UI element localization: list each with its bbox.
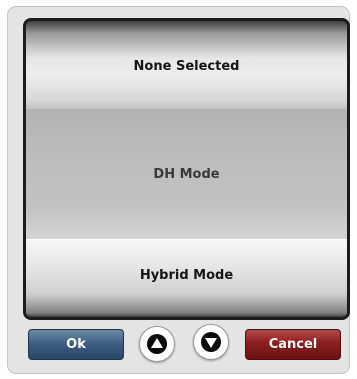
arrow-up-icon — [147, 334, 167, 354]
scroll-down-button[interactable] — [193, 324, 229, 360]
arrow-down-icon — [201, 332, 221, 352]
list-item-none-selected[interactable]: None Selected — [26, 21, 347, 109]
cancel-button[interactable]: Cancel — [245, 329, 341, 360]
mode-selection-dialog: None Selected DH Mode Hybrid Mode — [7, 6, 350, 374]
scroll-up-button[interactable] — [139, 326, 175, 362]
list-item-dh-mode[interactable]: DH Mode — [26, 109, 347, 239]
mode-list: None Selected DH Mode Hybrid Mode — [23, 18, 350, 320]
ok-button[interactable]: Ok — [28, 329, 124, 360]
list-item-hybrid-mode[interactable]: Hybrid Mode — [26, 239, 347, 317]
